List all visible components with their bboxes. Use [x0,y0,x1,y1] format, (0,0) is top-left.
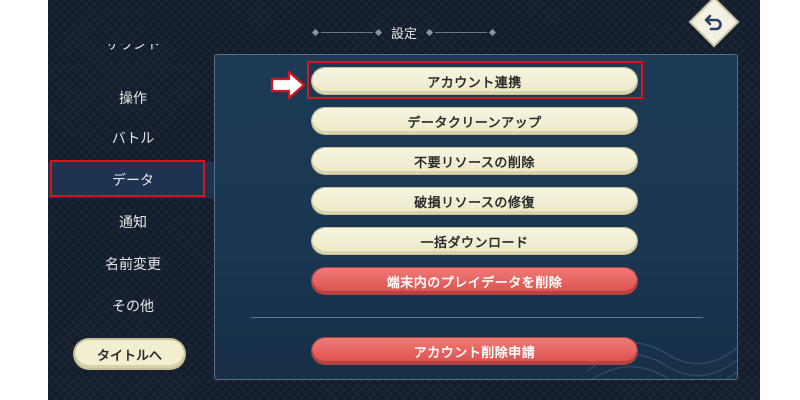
data-cleanup-button[interactable]: データクリーンアップ [312,108,637,134]
title-ornament-right [425,28,497,36]
sidebar-item-notifications[interactable]: 通知 [48,204,218,240]
page-title: 設定 [390,26,417,42]
sidebar-item-label: バトル [111,131,155,147]
settings-sidebar: サウンド 操作 バトル データ 通知 名前変更 その他 タイトルへ [48,44,218,400]
header: 設定 [48,20,760,44]
title-ornament-left [311,28,383,36]
sidebar-item-rename[interactable]: 名前変更 [48,246,218,282]
sidebar-item-label: その他 [112,299,154,315]
sidebar-item-label: 名前変更 [105,257,161,273]
sidebar-item-controls[interactable]: 操作 [48,80,218,116]
to-title-button[interactable]: タイトルへ [75,340,184,368]
sidebar-item-label: サウンド [105,44,161,53]
sidebar-item-sound[interactable]: サウンド [48,44,218,66]
settings-screen: 設定 サウンド 操作 バトル データ 通知 名前変更 その他 タイトルへ アカウ… [48,0,760,400]
account-deletion-request-button[interactable]: アカウント削除申請 [312,338,637,364]
sidebar-item-other[interactable]: その他 [48,288,218,324]
right-arrow-icon [270,70,306,100]
return-arrow-icon [704,14,722,31]
sidebar-item-battle[interactable]: バトル [48,120,218,156]
repair-resources-button[interactable]: 破損リソースの修復 [312,188,637,214]
delete-device-playdata-button[interactable]: 端末内のプレイデータを削除 [312,268,637,294]
section-divider [251,317,703,318]
account-link-highlight-box [307,61,643,99]
sidebar-item-label: 操作 [119,91,147,107]
data-settings-panel: アカウント連携 データクリーンアップ 不要リソースの削除 破損リソースの修復 一… [214,54,738,380]
sidebar-item-label: 通知 [119,215,147,231]
delete-unneeded-resources-button[interactable]: 不要リソースの削除 [312,148,637,174]
bulk-download-button[interactable]: 一括ダウンロード [312,228,637,254]
sidebar-highlight-box [50,160,205,197]
